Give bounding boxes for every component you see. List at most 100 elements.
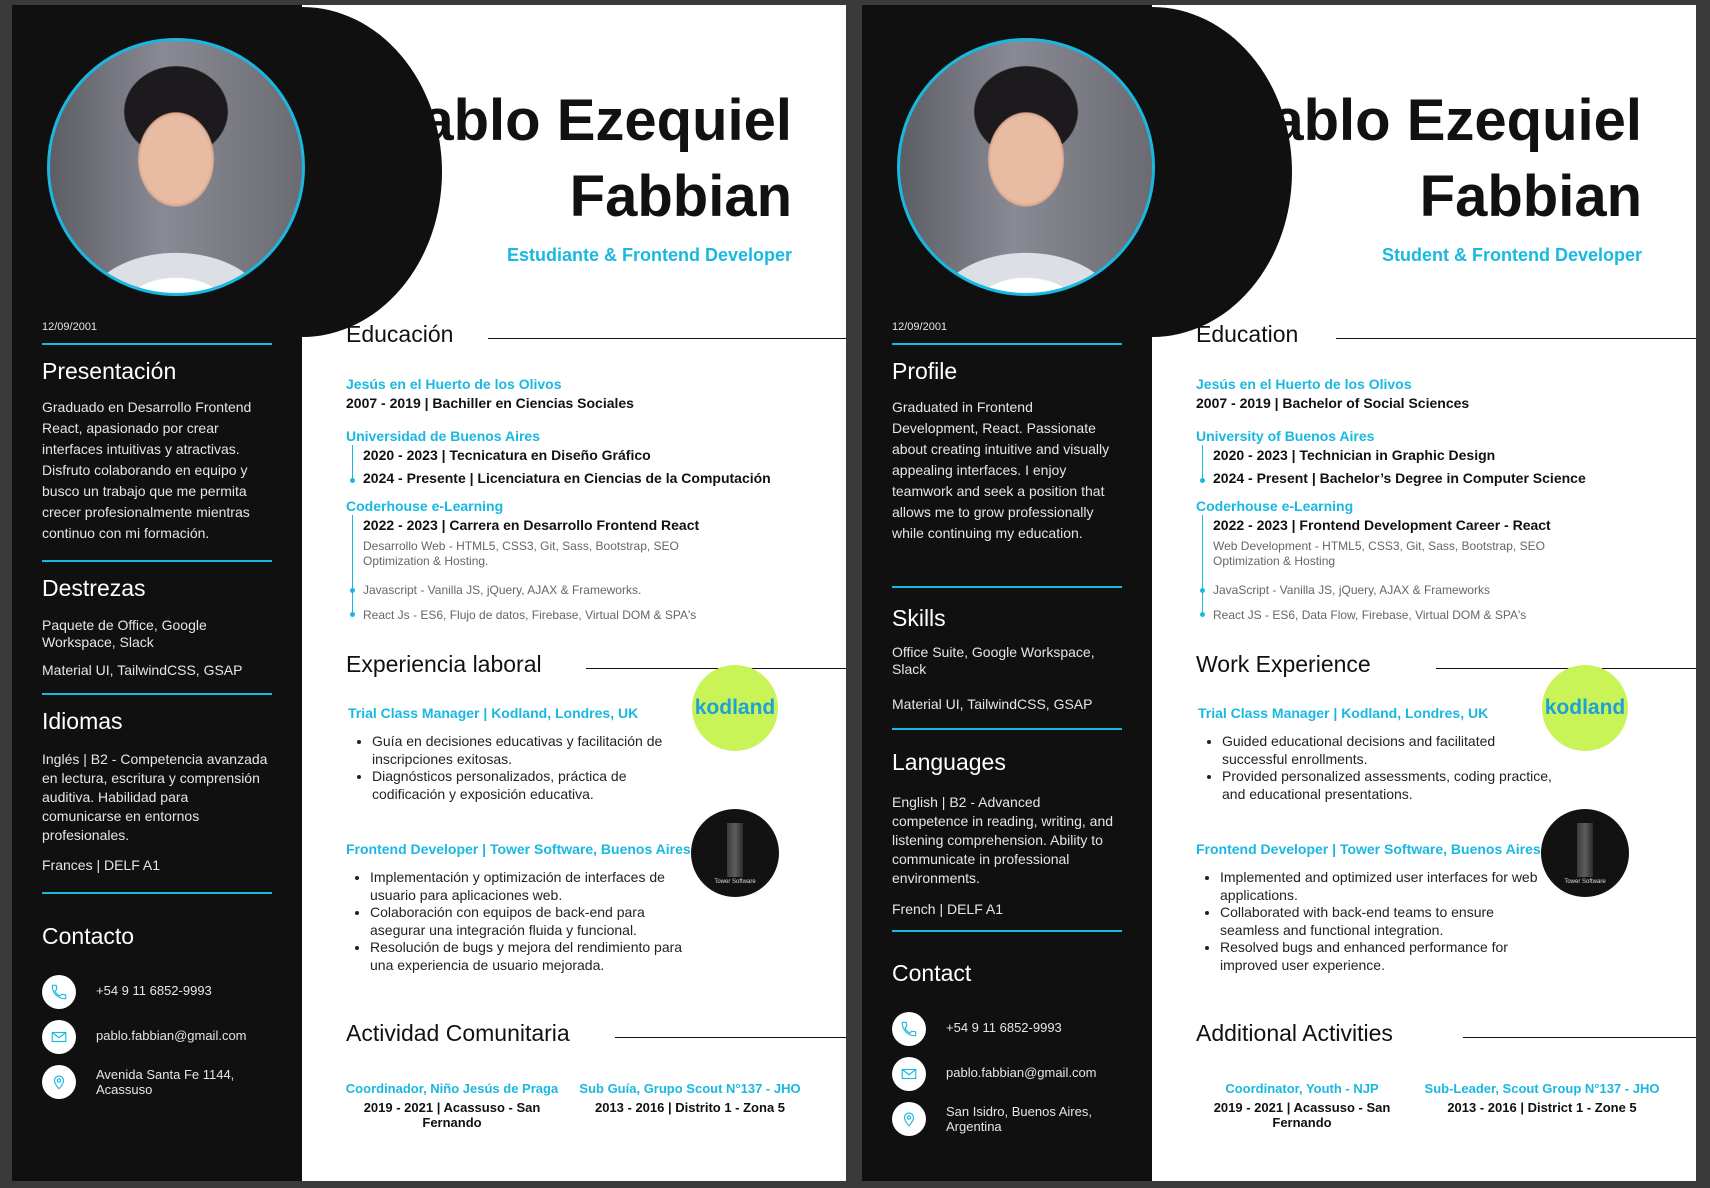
name-line: Pablo Ezequiel <box>1232 88 1642 153</box>
name-line: Fabbian <box>1419 164 1642 229</box>
address-text: San Isidro, Buenos Aires, Argentina <box>946 1104 1092 1134</box>
contact-phone[interactable]: +54 9 11 6852-9993 <box>42 975 272 1011</box>
edu-institution: Jesús en el Huerto de los Olivos <box>1196 376 1412 392</box>
job-role: Student & Frontend Developer <box>1381 245 1642 265</box>
job-bullets: Implemented and optimized user interface… <box>1200 869 1550 974</box>
phone-text: +54 9 11 6852-9993 <box>946 1020 1062 1035</box>
edu-institution: Jesús en el Huerto de los Olivos <box>346 376 562 392</box>
contact-address[interactable]: San Isidro, Buenos Aires, Argentina <box>892 1102 1122 1138</box>
job-bullets: Guided educational decisions and facilit… <box>1202 733 1552 803</box>
activity-item: Coordinator, Youth - NJP 2019 - 2021 | A… <box>1184 1081 1420 1130</box>
job-bullet: Colaboración con equipos de back-end par… <box>370 904 700 939</box>
tower-software-logo: Tower Software <box>691 809 779 897</box>
edu-degree: 2020 - 2023 | Tecnicatura en Diseño Gráf… <box>363 447 651 463</box>
activity-item: Coordinador, Niño Jesús de Praga 2019 - … <box>334 1081 570 1130</box>
sidebar-divider <box>892 930 1122 932</box>
skills-item: Material UI, TailwindCSS, GSAP <box>892 696 1093 712</box>
activities-title: Actividad Comunitaria <box>346 1020 570 1046</box>
activity-subtitle: 2013 - 2016 | District 1 - Zone 5 <box>1447 1100 1637 1115</box>
kodland-logo: kodland <box>692 665 778 751</box>
timeline-dot <box>1200 478 1205 483</box>
tower-building-icon <box>1577 823 1593 877</box>
contact-email[interactable]: pablo.fabbian@gmail.com <box>892 1057 1122 1093</box>
edu-degree: 2022 - 2023 | Carrera en Desarrollo Fron… <box>363 517 700 533</box>
phone-icon <box>892 1012 926 1046</box>
name-line: Fabbian <box>569 164 792 229</box>
contact-email[interactable]: pablo.fabbian@gmail.com <box>42 1020 272 1056</box>
resume-page-spanish: 12/09/2001 Presentación Graduado en Desa… <box>12 5 846 1181</box>
timeline-line <box>1202 445 1203 481</box>
phone-icon <box>42 975 76 1009</box>
timeline-line <box>352 515 353 615</box>
sidebar-divider <box>42 693 272 695</box>
languages-title: Idiomas <box>42 708 123 734</box>
job-title: Trial Class Manager | Kodland, Londres, … <box>348 705 639 721</box>
address-text: Avenida Santa Fe 1144, Acassuso <box>96 1067 235 1097</box>
edu-detail: React JS - ES6, Data Flow, Firebase, Vir… <box>1213 608 1527 622</box>
edu-institution: Universidad de Buenos Aires <box>346 428 540 444</box>
email-icon <box>892 1057 926 1091</box>
contact-title: Contact <box>892 960 972 986</box>
name-line: Pablo Ezequiel <box>382 88 792 153</box>
kodland-logo: kodland <box>1542 665 1628 751</box>
sidebar-divider <box>42 343 272 345</box>
edu-institution: University of Buenos Aires <box>1196 428 1375 444</box>
work-title: Work Experience <box>1196 651 1371 677</box>
timeline-dot <box>1200 588 1205 593</box>
section-rule <box>1463 1037 1696 1038</box>
edu-degree: 2007 - 2019 | Bachelor of Social Science… <box>1196 395 1470 411</box>
activity-title: Coordinador, Niño Jesús de Praga <box>345 1081 559 1096</box>
job-role: Estudiante & Frontend Developer <box>506 245 792 265</box>
resume-page-english: 12/09/2001 Profile Graduated in Frontend… <box>862 5 1696 1181</box>
languages-item: French | DELF A1 <box>892 901 1004 917</box>
education-title: Education <box>1196 321 1299 347</box>
skills-item: Office Suite, Google Workspace, Slack <box>892 644 1095 677</box>
timeline-dot <box>1200 612 1205 617</box>
skills-item: Paquete de Office, Google Workspace, Sla… <box>42 617 207 650</box>
section-rule <box>1336 338 1696 339</box>
job-bullet: Implementación y optimización de interfa… <box>370 869 700 904</box>
edu-detail: Javascript - Vanilla JS, jQuery, AJAX & … <box>363 583 642 597</box>
tower-software-logo: Tower Software <box>1541 809 1629 897</box>
timeline-dot <box>350 588 355 593</box>
timeline-line <box>1202 515 1203 615</box>
activity-title: Coordinator, Youth - NJP <box>1225 1081 1379 1096</box>
activity-subtitle: 2013 - 2016 | Distrito 1 - Zona 5 <box>594 1100 786 1115</box>
sidebar-divider <box>42 892 272 894</box>
activity-subtitle: 2019 - 2021 | Acassuso - San Fernando <box>363 1100 541 1130</box>
languages-item: English | B2 - Advanced competence in re… <box>892 794 1114 886</box>
edu-institution: Coderhouse e-Learning <box>1196 498 1354 514</box>
skills-title: Skills <box>892 605 946 631</box>
section-rule <box>488 338 846 339</box>
languages-title: Languages <box>892 749 1006 775</box>
contact-address[interactable]: Avenida Santa Fe 1144, Acassuso <box>42 1065 272 1101</box>
timeline-line <box>352 445 353 481</box>
email-text: pablo.fabbian@gmail.com <box>96 1028 247 1043</box>
phone-text: +54 9 11 6852-9993 <box>96 983 212 998</box>
job-bullets: Guía en decisiones educativas y facilita… <box>352 733 702 803</box>
profile-photo <box>897 38 1155 296</box>
job-title: Trial Class Manager | Kodland, Londres, … <box>1198 705 1489 721</box>
education-title: Educación <box>346 321 454 347</box>
contact-phone[interactable]: +54 9 11 6852-9993 <box>892 1012 1122 1048</box>
date-of-birth: 12/09/2001 <box>892 321 948 333</box>
languages-item: Inglés | B2 - Competencia avanzada en le… <box>42 751 268 843</box>
logo-text: Tower Software <box>1564 879 1606 885</box>
activity-subtitle: 2019 - 2021 | Acassuso - San Fernando <box>1213 1100 1391 1130</box>
activity-title: Sub-Leader, Scout Group N°137 - JHO <box>1424 1081 1660 1096</box>
logo-text: kodland <box>694 696 776 719</box>
tower-building-icon <box>727 823 743 877</box>
job-bullet: Resolved bugs and enhanced performance f… <box>1220 939 1550 974</box>
job-bullet: Collaborated with back-end teams to ensu… <box>1220 904 1550 939</box>
skills-title: Destrezas <box>42 575 146 601</box>
timeline-dot <box>350 478 355 483</box>
edu-degree: 2022 - 2023 | Frontend Development Caree… <box>1213 517 1551 533</box>
job-bullet: Diagnósticos personalizados, práctica de… <box>372 768 702 803</box>
activity-item: Sub-Leader, Scout Group N°137 - JHO 2013… <box>1424 1081 1660 1115</box>
full-name: Pablo Ezequiel Fabbian <box>383 83 792 235</box>
job-bullet: Implemented and optimized user interface… <box>1220 869 1550 904</box>
location-icon <box>42 1065 76 1099</box>
activity-item: Sub Guía, Grupo Scout N°137 - JHO 2013 -… <box>572 1081 808 1115</box>
contact-title: Contacto <box>42 923 135 949</box>
sidebar-divider <box>892 343 1122 345</box>
